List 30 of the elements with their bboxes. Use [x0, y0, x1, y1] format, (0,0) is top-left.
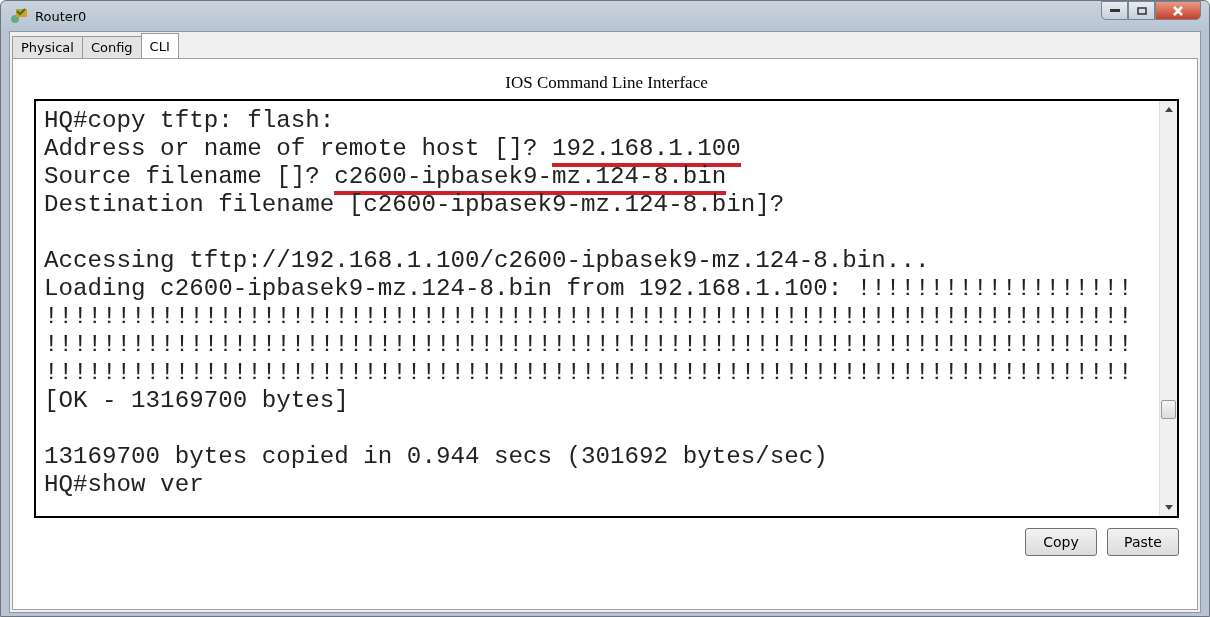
- terminal-text: Accessing tftp://192.168.1.100/c2600-ipbasek9-mz.124-8.bin...: [44, 247, 930, 274]
- tab[interactable]: CLI: [140, 33, 179, 58]
- terminal-text: !!!!!!!!!!!!!!!!!!!!!!!!!!!!!!!!!!!!!!!!!!!!!!!!!!!!!!!!!!!!!!!!!!!!!!!!!!!: [44, 331, 1133, 358]
- scrollbar[interactable]: [1159, 101, 1177, 516]
- close-button[interactable]: [1155, 1, 1201, 20]
- close-icon: [1172, 5, 1184, 16]
- minimize-button[interactable]: [1101, 1, 1128, 20]
- window-title: Router0: [35, 8, 87, 24]
- terminal-text: HQ#copy tftp: flash:: [44, 107, 335, 134]
- terminal-output[interactable]: [34, 99, 1179, 518]
- tab[interactable]: Config: [81, 36, 142, 58]
- terminal-text: HQ#show ver: [44, 471, 204, 498]
- terminal-text: [OK - 13169700 bytes]: [44, 387, 349, 414]
- terminal-text: Address or name of remote host []?: [44, 135, 539, 162]
- maximize-button[interactable]: [1128, 1, 1155, 20]
- terminal-text: !!!!!!!!!!!!!!!!!!!!!!!!!!!!!!!!!!!!!!!!!!!!!!!!!!!!!!!!!!!!!!!!!!!!!!!!!!!: [44, 359, 1133, 386]
- terminal-text: !!!!!!!!!!!!!!!!!!!!!!!!!!!!!!!!!!!!!!!!!!!!!!!!!!!!!!!!!!!!!!!!!!!!!!!!!!!: [44, 303, 1133, 330]
- action-button[interactable]: Copy: [1025, 528, 1097, 556]
- terminal-text: Source filename []?: [44, 163, 321, 190]
- scroll-thumb[interactable]: [1161, 400, 1176, 419]
- terminal-text: 13169700 bytes copied in 0.944 secs (301692 bytes/sec): [44, 443, 828, 470]
- maximize-icon: [1136, 6, 1147, 15]
- scroll-down-icon[interactable]: [1164, 505, 1173, 510]
- router-icon: [9, 7, 29, 25]
- terminal-text: Loading c2600-ipbasek9-mz.124-8.bin from 192.168.1.100: !!!!!!!!!!!!!!!!!!!: [44, 275, 1133, 302]
- tab[interactable]: Physical: [12, 36, 83, 58]
- scroll-up-icon[interactable]: [1164, 107, 1173, 112]
- minimize-icon: [1109, 8, 1120, 13]
- action-button[interactable]: Paste: [1107, 528, 1179, 556]
- cli-heading: IOS Command Line Interface: [504, 72, 709, 94]
